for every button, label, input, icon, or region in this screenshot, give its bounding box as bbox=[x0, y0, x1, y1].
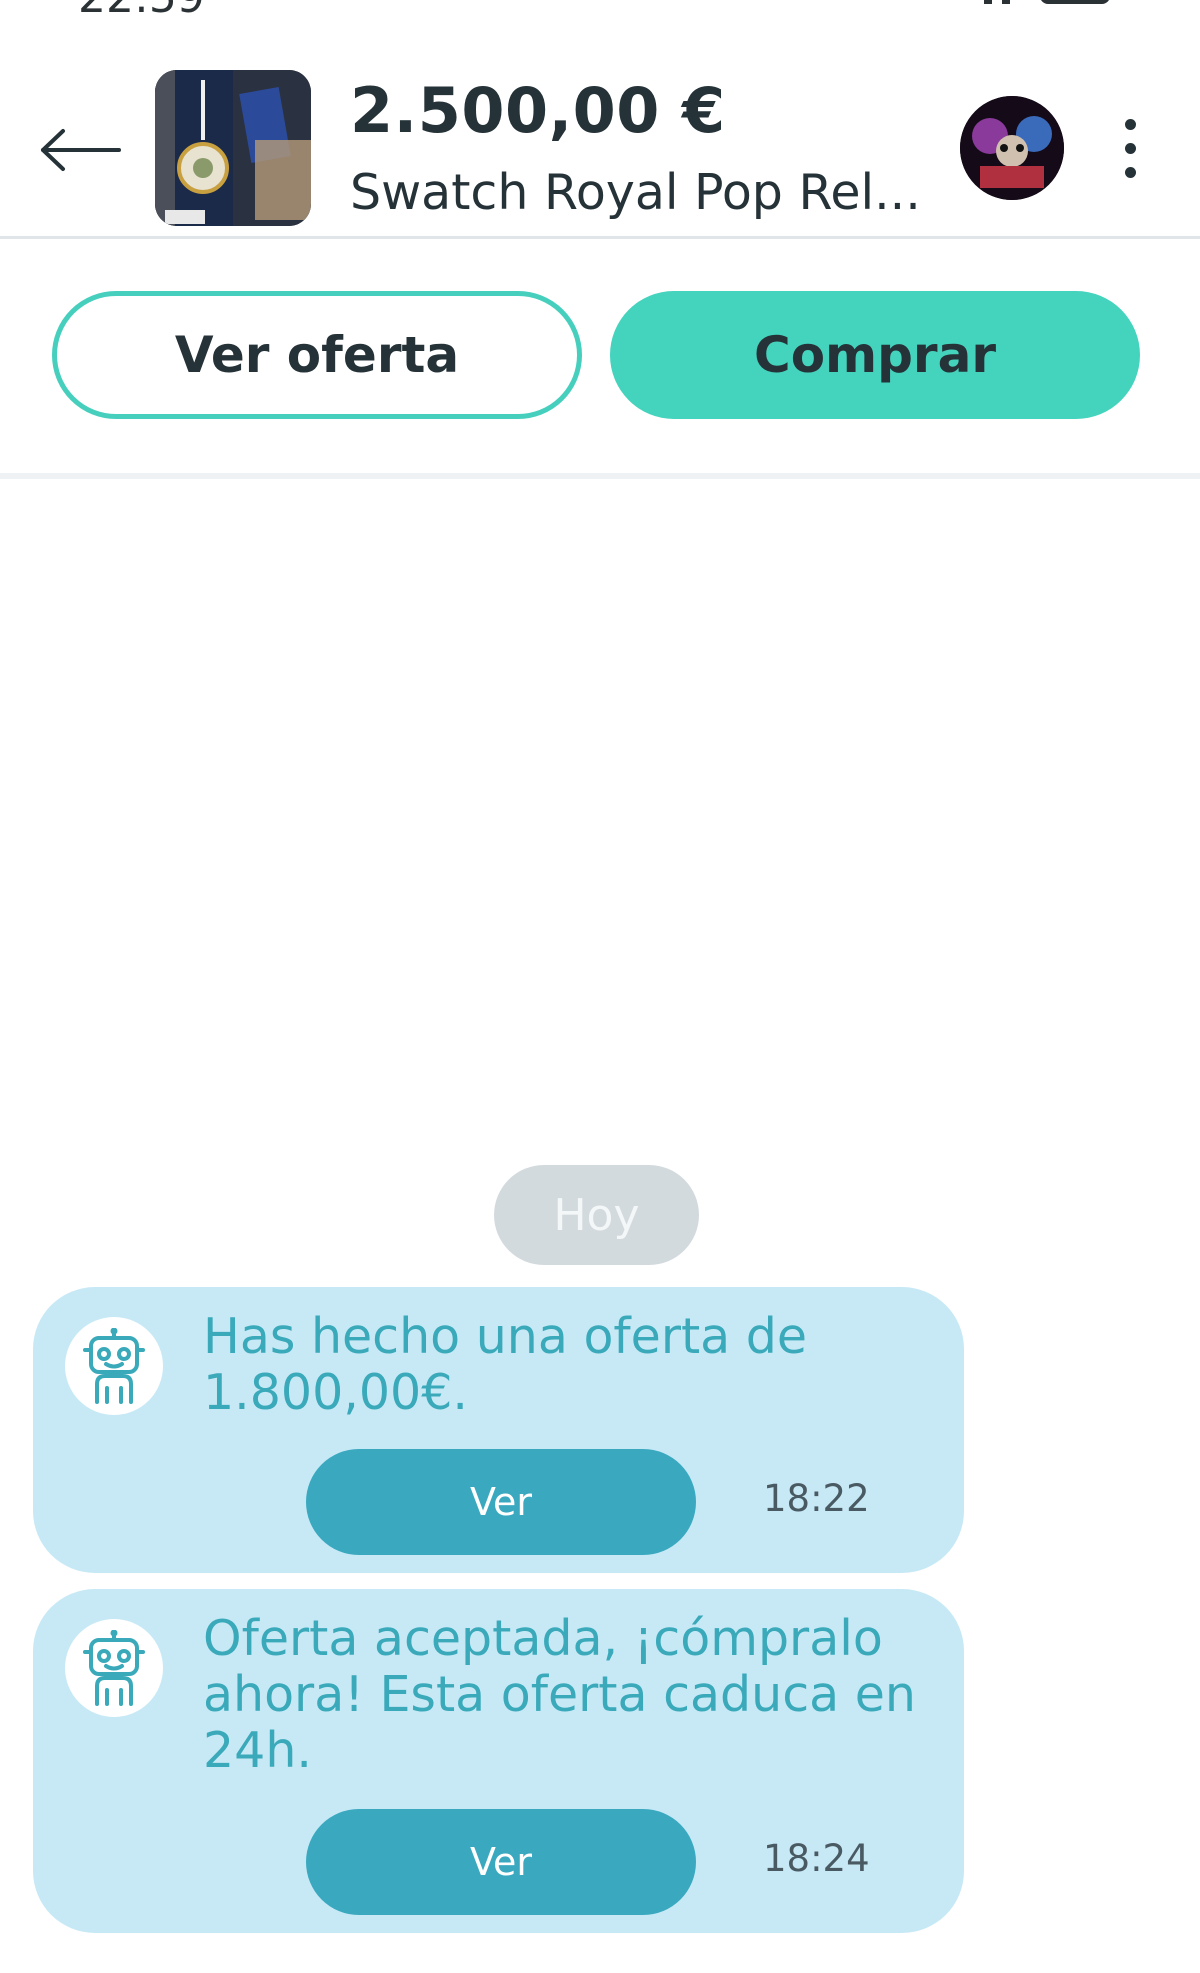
view-button[interactable]: Ver bbox=[306, 1809, 696, 1915]
product-thumbnail[interactable] bbox=[155, 70, 311, 226]
chat-header: 2.500,00 € Swatch Royal Pop Rel... bbox=[0, 0, 1200, 239]
bot-avatar bbox=[65, 1619, 163, 1717]
message-text: Oferta aceptada, ¡cómpralo ahora! Esta o… bbox=[203, 1610, 916, 1779]
message-time: 18:22 bbox=[763, 1477, 870, 1520]
date-separator: Hoy bbox=[494, 1165, 699, 1265]
back-button[interactable] bbox=[30, 110, 130, 190]
robot-icon bbox=[83, 1328, 145, 1404]
buy-button[interactable]: Comprar bbox=[610, 291, 1140, 419]
bot-avatar bbox=[65, 1317, 163, 1415]
product-price: 2.500,00 € bbox=[350, 74, 726, 147]
system-message: Oferta aceptada, ¡cómpralo ahora! Esta o… bbox=[33, 1589, 964, 1933]
more-dot bbox=[1124, 166, 1136, 178]
seller-avatar[interactable] bbox=[960, 96, 1064, 200]
action-bar: Ver oferta Comprar bbox=[0, 239, 1200, 479]
more-vertical-icon bbox=[1124, 118, 1136, 130]
chat-area[interactable]: Hoy Has hecho una oferta de 1.800,00€. V… bbox=[0, 479, 1200, 1973]
message-time: 18:24 bbox=[763, 1837, 870, 1880]
message-text: Has hecho una oferta de 1.800,00€. bbox=[203, 1308, 808, 1421]
arrow-left-icon bbox=[41, 129, 121, 171]
product-image bbox=[155, 70, 311, 226]
product-title[interactable]: Swatch Royal Pop Rel... bbox=[350, 164, 921, 221]
system-message: Has hecho una oferta de 1.800,00€. Ver 1… bbox=[33, 1287, 964, 1573]
view-button[interactable]: Ver bbox=[306, 1449, 696, 1555]
more-options-button[interactable] bbox=[1100, 108, 1160, 188]
avatar-image bbox=[960, 96, 1064, 200]
robot-icon bbox=[83, 1630, 145, 1706]
view-offer-button[interactable]: Ver oferta bbox=[52, 291, 582, 419]
more-dot bbox=[1124, 142, 1136, 154]
